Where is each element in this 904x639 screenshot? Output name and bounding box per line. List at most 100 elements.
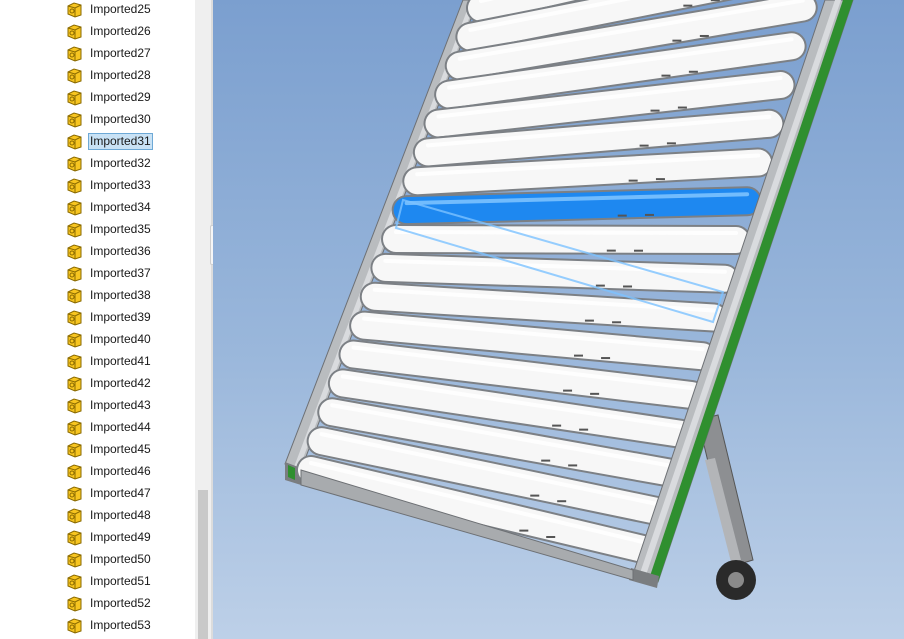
tree-item-label: Imported40 [90,331,151,346]
roller-marking [563,389,573,392]
tree-item[interactable]: Imported33 [66,174,153,196]
tree-item-label: Imported51 [90,573,151,588]
tree-item-label: Imported32 [90,155,151,170]
tree-item-label: Imported42 [90,375,151,390]
tree-item[interactable]: Imported44 [66,416,153,438]
part-icon [66,199,83,216]
part-icon [66,397,83,414]
roller-marking [677,106,687,109]
roller-marking [568,464,578,467]
tree-item-label: Imported46 [90,463,151,478]
part-icon [66,331,83,348]
roller-marking [688,70,698,73]
tree-item[interactable]: Imported27 [66,42,153,64]
roller-marking [612,321,622,324]
tree-item[interactable]: Imported41 [66,350,153,372]
roller-marking [683,4,693,7]
tree-item[interactable]: Imported46 [66,460,153,482]
tree-item[interactable]: Imported31 [66,130,153,152]
tree-item-label: Imported25 [90,1,151,16]
tree-item-label: Imported33 [90,177,151,192]
tree-item-label: Imported39 [90,309,151,324]
roller-marking [546,536,556,538]
roller-marking [710,0,720,2]
tree-item[interactable]: Imported45 [66,438,153,460]
tree-item[interactable]: Imported39 [66,306,153,328]
roller-marking [557,500,567,503]
tree-scrollbar[interactable] [195,0,211,639]
part-icon [66,551,83,568]
tree-item-label: Imported28 [90,67,151,82]
roller-marking [628,179,638,182]
scrollbar-thumb[interactable] [198,490,208,639]
part-icon [66,155,83,172]
part-icon [66,617,83,634]
tree-item-label: Imported29 [90,89,151,104]
part-icon [66,265,83,282]
roller-marking [519,529,529,532]
tree-item[interactable]: Imported42 [66,372,153,394]
tree-item[interactable]: Imported51 [66,570,153,592]
part-icon [66,441,83,458]
part-icon [66,419,83,436]
part-icon [66,595,83,612]
part-icon [66,177,83,194]
tree-item[interactable]: Imported30 [66,108,153,130]
tree-item-label: Imported50 [90,551,151,566]
roller-marking [579,428,589,431]
tree-item[interactable]: Imported38 [66,284,153,306]
part-icon [66,1,83,18]
tree-item-label: Imported47 [90,485,151,500]
part-icon [66,67,83,84]
part-icon [66,287,83,304]
roller-marking [661,74,671,77]
tree-item[interactable]: Imported37 [66,262,153,284]
roller-marking [606,249,616,252]
tree-item-label: Imported30 [90,111,151,126]
part-icon [66,309,83,326]
roller-marking [573,354,583,357]
tree-item[interactable]: Imported49 [66,526,153,548]
caster-hub [728,572,744,588]
tree-item[interactable]: Imported40 [66,328,153,350]
tree-item-label: Imported43 [90,397,151,412]
graphics-viewport[interactable] [213,0,904,639]
tree-item[interactable]: Imported53 [66,614,153,636]
tree-item-label: Imported48 [90,507,151,522]
tree-item[interactable]: Imported35 [66,218,153,240]
tree-item[interactable]: Imported25 [66,0,153,20]
roller-marking [584,319,594,322]
tree-item-label: Imported36 [90,243,151,258]
tree-item[interactable]: Imported47 [66,482,153,504]
tree-item[interactable]: Imported32 [66,152,153,174]
tree-item[interactable]: Imported28 [66,64,153,86]
tree-item-label: Imported31 [88,132,153,150]
conveyor-model[interactable] [213,0,904,639]
tree-item-label: Imported38 [90,287,151,302]
part-icon [66,485,83,502]
tree-item-label: Imported52 [90,595,151,610]
roller-marking [595,284,605,287]
roller-marking [617,214,627,217]
roller-marking [699,34,709,37]
tree-item[interactable]: Imported36 [66,240,153,262]
tree-item-label: Imported41 [90,353,151,368]
roller-marking [552,424,562,427]
tree-item[interactable]: Imported43 [66,394,153,416]
tree-item[interactable]: Imported48 [66,504,153,526]
tree-item[interactable]: Imported50 [66,548,153,570]
feature-manager-tree: Imported25 Imported26 Imported27 Imported28… [0,0,195,639]
roller [383,226,749,253]
part-icon [66,89,83,106]
tree-item[interactable]: Imported29 [66,86,153,108]
roller-marking [639,144,649,147]
roller-marking [634,249,643,252]
roller-marking [655,178,665,181]
tree-item[interactable]: Imported34 [66,196,153,218]
tree-item-label: Imported34 [90,199,151,214]
part-icon [66,243,83,260]
tree-item[interactable]: Imported52 [66,592,153,614]
tree-item[interactable]: Imported26 [66,20,153,42]
part-icon [66,529,83,546]
part-icon [66,375,83,392]
